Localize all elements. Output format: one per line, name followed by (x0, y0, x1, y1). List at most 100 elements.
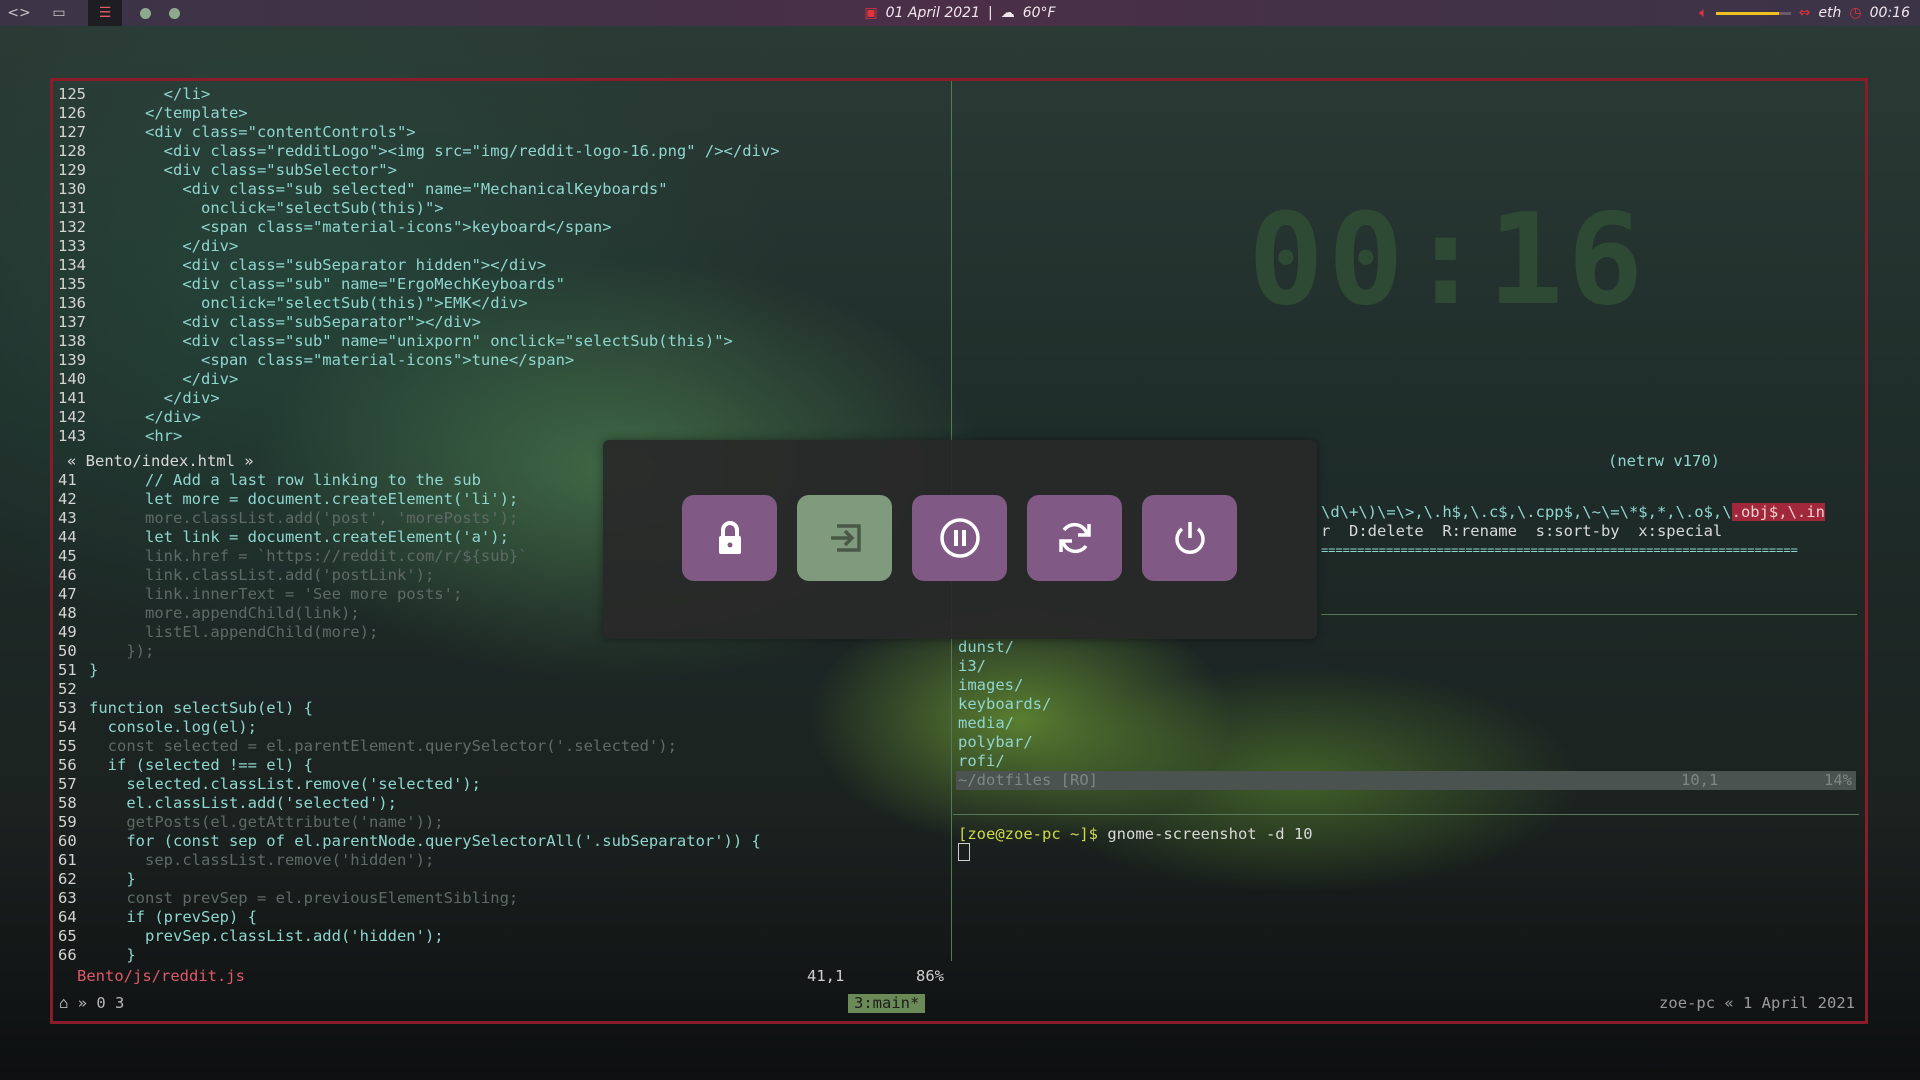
line-number: 128 (58, 142, 86, 160)
netrw-entry[interactable]: rofi/ (958, 752, 1005, 771)
volume-fill (1715, 11, 1780, 15)
line-number: 129 (58, 161, 86, 179)
line-text: </div> (89, 370, 239, 388)
line-number: 130 (58, 180, 86, 198)
line-text: onclick="selectSub(this)">EMK</div> (89, 294, 528, 312)
line-text: more.classList.add('post', 'morePosts'); (89, 509, 519, 527)
line-text: <div class="subSeparator hidden"></div> (89, 256, 547, 274)
line-text: }); (89, 642, 155, 660)
calendar-icon: ▣ (864, 5, 878, 21)
line-number: 45 (58, 547, 77, 565)
netrw-status-bar: ~/dotfiles [RO] 10,1 14% (956, 771, 1856, 790)
line-number: 60 (58, 832, 77, 850)
line-number: 137 (58, 313, 86, 331)
line-number: 59 (58, 813, 77, 831)
line-text: const selected = el.parentElement.queryS… (89, 737, 677, 755)
code-line: 51} (58, 661, 98, 680)
netrw-entry[interactable]: polybar/ (958, 733, 1033, 752)
line-number: 43 (58, 509, 77, 527)
code-line: 133 </div> (58, 237, 238, 256)
code-line: 45 link.href = `https://reddit.com/r/${s… (58, 547, 528, 566)
line-text: <div class="sub" name="unixporn" onclick… (89, 332, 733, 350)
line-text: </li> (89, 85, 211, 103)
code-line: 44 let link = document.createElement('a'… (58, 528, 509, 547)
logout-button[interactable] (797, 495, 892, 581)
line-text: more.appendChild(link); (89, 604, 360, 622)
code-line: 58 el.classList.add('selected'); (58, 794, 397, 813)
terminal-line[interactable]: [zoe@zoe-pc ~]$ gnome-screenshot -d 10 (958, 825, 1313, 844)
code-line: 62 } (58, 870, 136, 889)
line-text: link.href = `https://reddit.com/r/${sub}… (89, 547, 528, 565)
tmux-window-tab[interactable]: 3:main* (848, 994, 926, 1013)
volume-icon[interactable]: 🔈︎ (1699, 5, 1707, 21)
terminal-prompt: [zoe@zoe-pc ~]$ (958, 825, 1098, 843)
line-number: 54 (58, 718, 77, 736)
line-number: 64 (58, 908, 77, 926)
code-line: 66 } (58, 946, 136, 965)
reboot-icon (1058, 522, 1091, 554)
terminal-divider (953, 814, 1859, 815)
suspend-button[interactable] (912, 495, 1007, 581)
netrw-help-line: r D:delete R:rename s:sort-by x:special (1321, 522, 1723, 540)
tmux-right: zoe-pc « 1 April 2021 (1659, 994, 1855, 1012)
code-line: 65 prevSep.classList.add('hidden'); (58, 927, 444, 946)
line-number: 46 (58, 566, 77, 584)
line-number: 58 (58, 794, 77, 812)
code-line: 57 selected.classList.remove('selected')… (58, 775, 481, 794)
top-pane-status: « Bento/index.html » (67, 452, 254, 470)
code-line: 129 <div class="subSelector"> (58, 161, 397, 180)
lock-button[interactable] (682, 495, 777, 581)
clock-icon: ◷ (1849, 5, 1862, 21)
code-line: 63 const prevSep = el.previousElementSib… (58, 889, 518, 908)
netrw-sort-sequence: \d\+\)\=\>,\.h$,\.c$,\.cpp$,\~\=\*$,*,\.… (1321, 503, 1825, 522)
netrw-status-percent: 14% (1824, 771, 1852, 789)
line-text: sep.classList.remove('hidden'); (89, 851, 435, 869)
line-text: <span class="material-icons">tune</span> (89, 351, 575, 369)
home-icon: ⌂ (59, 994, 69, 1012)
code-line: 50 }); (58, 642, 154, 661)
power-icon (1174, 522, 1205, 554)
date-text: 01 April 2021 (885, 5, 980, 21)
line-text: let link = document.createElement('a'); (89, 528, 509, 546)
netrw-entry[interactable]: media/ (958, 714, 1014, 733)
line-number: 50 (58, 642, 77, 660)
code-line: 59 getPosts(el.getAttribute('name')); (58, 813, 444, 832)
line-text: </template> (89, 104, 248, 122)
line-text: <div class="contentControls"> (89, 123, 416, 141)
line-number: 42 (58, 490, 77, 508)
line-number: 66 (58, 946, 77, 964)
line-number: 136 (58, 294, 86, 312)
line-text: let more = document.createElement('li'); (89, 490, 519, 508)
line-text: function selectSub(el) { (89, 699, 313, 717)
code-line: 134 <div class="subSeparator hidden"></d… (58, 256, 546, 275)
line-text: const prevSep = el.previousElementSiblin… (89, 889, 519, 907)
line-text: } (89, 946, 136, 964)
line-number: 49 (58, 623, 77, 641)
tmux-left: ⌂ » 0 3 (59, 994, 124, 1013)
bottom-pane-position: 41,1 (807, 967, 845, 985)
code-line: 56 if (selected !== el) { (58, 756, 313, 775)
line-number: 141 (58, 389, 86, 407)
netrw-entry[interactable]: images/ (958, 676, 1023, 695)
line-number: 133 (58, 237, 86, 255)
volume-bar[interactable] (1715, 11, 1791, 15)
line-number: 55 (58, 737, 77, 755)
clock-display: 00:16 (1248, 186, 1648, 333)
line-number: 61 (58, 851, 77, 869)
netrw-entry[interactable]: dunst/ (958, 638, 1014, 657)
reboot-button[interactable] (1027, 495, 1122, 581)
netrw-entry[interactable]: i3/ (958, 657, 986, 676)
bottom-pane-file: Bento/js/reddit.js (77, 967, 245, 985)
line-number: 44 (58, 528, 77, 546)
netrw-entry[interactable]: keyboards/ (958, 695, 1051, 714)
power-menu (603, 440, 1317, 639)
line-text: for (const sep of el.parentNode.querySel… (89, 832, 761, 850)
shutdown-button[interactable] (1142, 495, 1237, 581)
line-text: <div class="sub" name="ErgoMechKeyboards… (89, 275, 565, 293)
pause-icon (939, 518, 980, 558)
tmux-session-info: » 0 3 (77, 994, 125, 1012)
line-text: } (89, 870, 136, 888)
line-text: <div class="sub selected" name="Mechanic… (89, 180, 668, 198)
separator: | (987, 5, 993, 21)
line-number: 139 (58, 351, 86, 369)
